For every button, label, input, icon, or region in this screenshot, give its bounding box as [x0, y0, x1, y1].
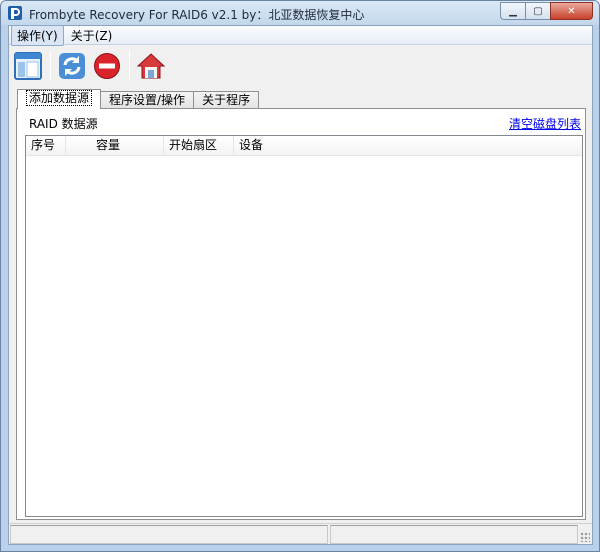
menu-operation[interactable]: 操作(Y): [11, 24, 64, 46]
status-pane: [330, 525, 578, 544]
minimize-icon: ▁: [509, 5, 517, 17]
column-header-capacity[interactable]: 容量: [66, 136, 164, 155]
section-label: RAID 数据源: [29, 117, 98, 131]
window-layout-icon: [14, 52, 42, 80]
stop-icon: [94, 53, 120, 79]
refresh-button[interactable]: [57, 51, 87, 81]
tab-add-source[interactable]: 添加数据源: [17, 89, 102, 109]
status-bar: [9, 523, 592, 544]
client-area: 操作(Y) 关于(Z) 添加数据源 程序设置/操作 关于程序 RAID 数据源 …: [8, 24, 593, 545]
minimize-button[interactable]: ▁: [500, 2, 526, 20]
tab-about[interactable]: 关于程序: [193, 91, 260, 109]
tab-panel: RAID 数据源 清空磁盘列表 序号 容量 开始扇区 设备: [16, 108, 586, 520]
tab-settings[interactable]: 程序设置/操作: [100, 91, 195, 109]
menu-about[interactable]: 关于(Z): [66, 26, 118, 45]
app-window: Frombyte Recovery For RAID6 v2.1 by：北亚数据…: [0, 0, 600, 552]
list-header: 序号 容量 开始扇区 设备: [26, 136, 582, 156]
stop-button[interactable]: [92, 51, 122, 81]
toolbar: [9, 46, 592, 86]
toolbar-separator: [129, 51, 130, 81]
tab-strip: 添加数据源 程序设置/操作 关于程序: [17, 89, 260, 109]
disk-list[interactable]: 序号 容量 开始扇区 设备: [25, 135, 583, 517]
layout-button[interactable]: [13, 51, 43, 81]
menu-bar: 操作(Y) 关于(Z): [9, 24, 592, 46]
window-title: Frombyte Recovery For RAID6 v2.1 by：北亚数据…: [29, 8, 365, 22]
title-bar[interactable]: Frombyte Recovery For RAID6 v2.1 by：北亚数据…: [1, 1, 599, 25]
maximize-icon: ▢: [533, 5, 543, 17]
clear-disk-list-link[interactable]: 清空磁盘列表: [509, 115, 581, 132]
column-header-index[interactable]: 序号: [26, 136, 66, 155]
status-pane: [10, 525, 328, 544]
column-header-start-sector[interactable]: 开始扇区: [164, 136, 234, 155]
refresh-icon: [59, 53, 85, 79]
toolbar-separator: [50, 51, 51, 81]
close-icon: ✕: [567, 5, 576, 17]
maximize-button[interactable]: ▢: [525, 2, 551, 20]
home-button[interactable]: [136, 51, 166, 81]
home-icon: [137, 53, 165, 79]
app-logo-icon: [8, 6, 22, 20]
column-header-device[interactable]: 设备: [234, 136, 294, 155]
tab-label: 添加数据源: [26, 90, 93, 106]
resize-grip[interactable]: [580, 532, 590, 542]
close-button[interactable]: ✕: [550, 2, 593, 20]
